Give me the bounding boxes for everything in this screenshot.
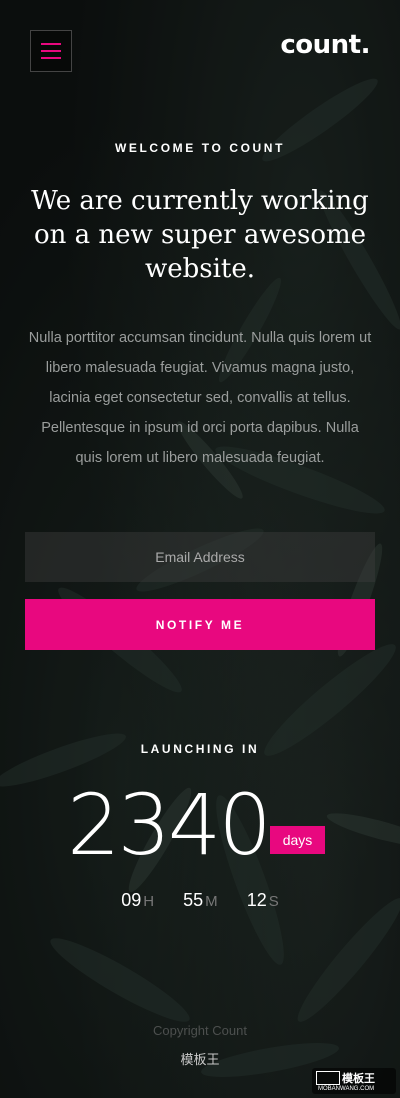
menu-line-icon xyxy=(41,57,61,59)
hamburger-menu-button[interactable] xyxy=(30,30,72,72)
page-headline: We are currently working on a new super … xyxy=(31,186,369,284)
email-input[interactable] xyxy=(25,532,375,582)
notify-me-button[interactable]: NOTIFY ME xyxy=(25,599,375,650)
menu-line-icon xyxy=(41,50,61,52)
days-count: 2340 xyxy=(67,776,272,874)
seconds-label: S xyxy=(268,893,279,910)
copyright-text: Copyright Count xyxy=(153,1023,247,1038)
logo[interactable]: count. xyxy=(280,30,370,60)
watermark-url: MOBANWANG.COM xyxy=(318,1086,375,1092)
seconds-unit: 12 S xyxy=(247,890,279,911)
countdown-time-row: 09 H 55 M 12 S xyxy=(0,890,400,911)
menu-line-icon xyxy=(41,43,61,45)
watermark-icon xyxy=(316,1071,340,1085)
minutes-unit: 55 M xyxy=(183,890,218,911)
footer-brand-link[interactable]: 模板王 xyxy=(0,1049,400,1068)
welcome-label: WELCOME TO COUNT xyxy=(114,141,286,155)
hours-label: H xyxy=(143,893,155,910)
watermark-text: 模板王 xyxy=(342,1073,375,1085)
hours-value: 09 xyxy=(121,890,142,910)
days-badge: days xyxy=(270,826,325,854)
seconds-value: 12 xyxy=(246,890,267,910)
launching-in-label: LAUNCHING IN xyxy=(140,742,260,756)
description-text: Nulla porttitor accumsan tincidunt. Null… xyxy=(28,330,372,466)
hours-unit: 09 H xyxy=(121,890,154,911)
minutes-value: 55 xyxy=(183,890,204,910)
watermark-logo: 模板王 MOBANWANG.COM xyxy=(312,1068,396,1094)
countdown-days: 2340 days xyxy=(67,776,325,874)
minutes-label: M xyxy=(205,893,218,910)
